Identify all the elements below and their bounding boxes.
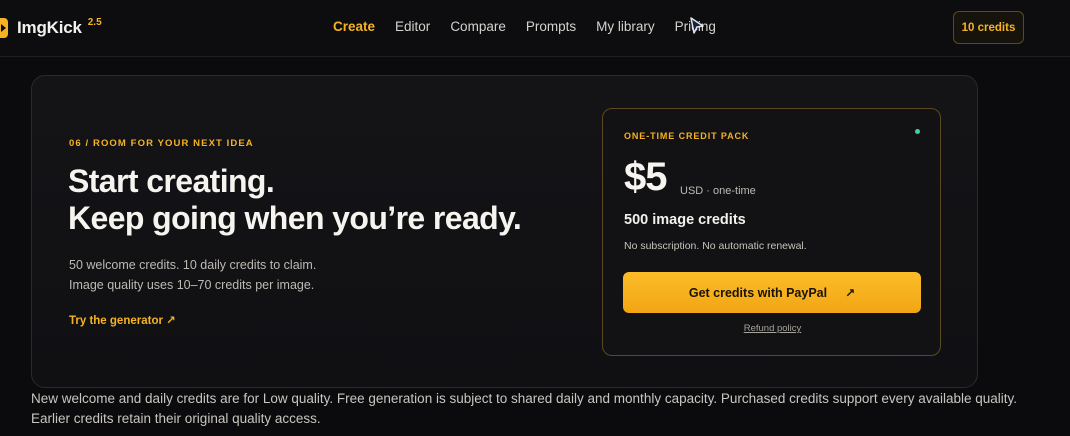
try-generator-link[interactable]: Try the generator ↗ bbox=[69, 313, 176, 327]
nav-item-my-library[interactable]: My library bbox=[596, 19, 655, 34]
main-nav: Create Editor Compare Prompts My library… bbox=[333, 19, 736, 34]
section-eyebrow: 06 / ROOM FOR YOUR NEXT IDEA bbox=[69, 138, 254, 149]
nav-item-create[interactable]: Create bbox=[333, 19, 375, 34]
nav-item-compare[interactable]: Compare bbox=[450, 19, 506, 34]
hero-description: 50 welcome credits. 10 daily credits to … bbox=[69, 255, 316, 295]
credits-button[interactable]: 10 credits bbox=[953, 11, 1024, 44]
description-line-2: Image quality uses 10–70 credits per ima… bbox=[69, 278, 315, 292]
hero-card: 06 / ROOM FOR YOUR NEXT IDEA Start creat… bbox=[31, 75, 978, 388]
credit-amount: 500 image credits bbox=[624, 212, 746, 228]
credit-pack-card: ONE-TIME CREDIT PACK $5 USD · one-time 5… bbox=[602, 108, 941, 356]
price-unit: USD · one-time bbox=[680, 185, 756, 197]
price: $5 bbox=[624, 155, 667, 199]
top-navigation-bar: ImgKick 2.5 Create Editor Compare Prompt… bbox=[0, 0, 1070, 57]
mouse-cursor-icon bbox=[690, 17, 704, 34]
brand-logo-icon bbox=[0, 18, 8, 38]
hero-headline: Start creating. Keep going when you’re r… bbox=[68, 163, 522, 237]
paypal-button-label: Get credits with PayPal bbox=[688, 285, 828, 300]
status-dot-icon bbox=[915, 129, 920, 134]
nav-item-prompts[interactable]: Prompts bbox=[526, 19, 576, 34]
quality-footnote: New welcome and daily credits are for Lo… bbox=[31, 391, 1018, 426]
refund-policy-link[interactable]: Refund policy bbox=[603, 323, 942, 334]
headline-line-2: Keep going when you’re ready. bbox=[68, 200, 522, 236]
version-badge: 2.5 bbox=[87, 16, 102, 28]
credit-pack-label: ONE-TIME CREDIT PACK bbox=[624, 131, 750, 141]
brand-name: ImgKick bbox=[17, 18, 82, 37]
headline-line-1: Start creating. bbox=[68, 163, 275, 199]
external-arrow-icon: ↗ bbox=[845, 285, 856, 300]
brand[interactable]: ImgKick 2.5 bbox=[0, 17, 102, 39]
description-line-1: 50 welcome credits. 10 daily credits to … bbox=[69, 258, 317, 272]
subscription-note: No subscription. No automatic renewal. bbox=[624, 240, 807, 252]
nav-item-editor[interactable]: Editor bbox=[395, 19, 430, 34]
get-credits-paypal-button[interactable]: Get credits with PayPal ↗ bbox=[623, 272, 921, 313]
